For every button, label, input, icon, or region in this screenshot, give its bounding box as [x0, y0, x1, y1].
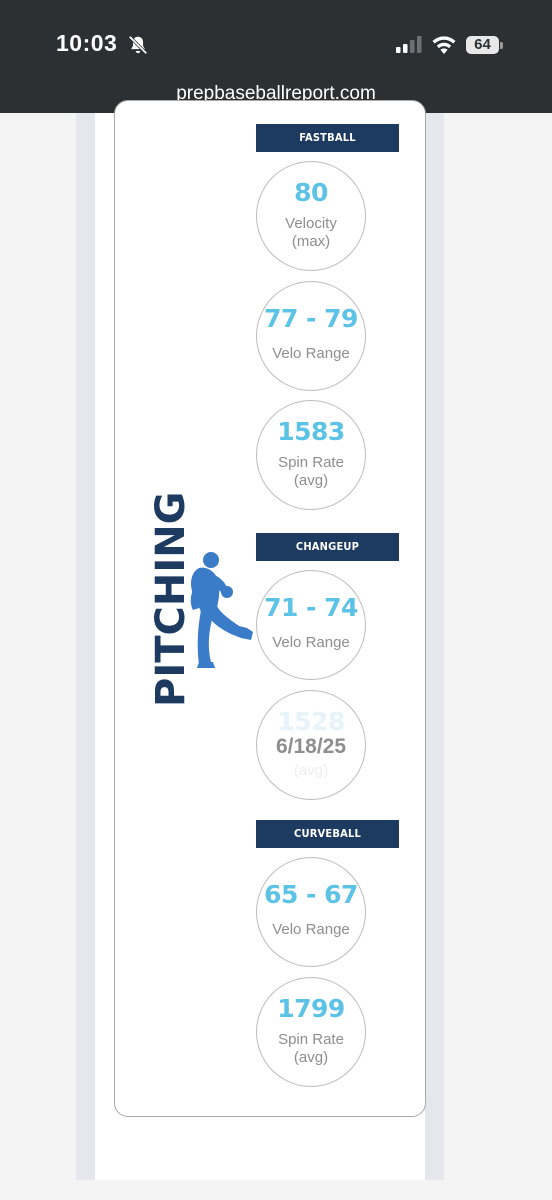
stat-label-line1: Spin Rate [278, 1031, 344, 1048]
stat-value: 65 - 67 [264, 880, 358, 909]
stat-label: Velo Range [257, 634, 365, 652]
stat-fastball-velo-range: 77 - 79 Velo Range [256, 281, 366, 391]
stat-value: 77 - 79 [264, 304, 358, 333]
stat-label-line1: Spin Rate [278, 454, 344, 471]
stat-value: 71 - 74 [264, 593, 358, 622]
stat-label: Velo Range [257, 345, 365, 363]
stat-fastball-spin-rate: 1583 Spin Rate (avg) [256, 400, 366, 510]
stat-label: Spin Rate (avg) [257, 1031, 365, 1067]
stat-label-line1: Velocity [285, 215, 337, 232]
status-bar: 10:03 64 prepbaseballreport.com [0, 0, 552, 113]
stat-label-line1: Velo Range [272, 921, 350, 938]
stat-label: Velocity (max) [257, 215, 365, 251]
stat-label-line2: (max) [291, 233, 331, 250]
battery-nub [500, 42, 503, 49]
signal-icon [396, 36, 422, 53]
battery-icon: 64 [466, 36, 499, 54]
stat-value: 1799 [277, 994, 345, 1023]
section-header-changeup: CHANGEUP [256, 533, 399, 561]
stat-fastball-velocity-max: 80 Velocity (max) [256, 161, 366, 271]
stat-label-line2: (avg) [293, 1049, 329, 1066]
stat-curveball-spin-rate: 1799 Spin Rate (avg) [256, 977, 366, 1087]
stat-label-line2: (avg) [293, 472, 329, 489]
page-margin-right [425, 113, 444, 1180]
date-overlay: 6/18/25 [275, 735, 347, 758]
stat-label-line1: Velo Range [272, 345, 350, 362]
section-header-fastball: FASTBALL [256, 124, 399, 152]
status-time: 10:03 [56, 30, 118, 56]
stat-label: Velo Range [257, 921, 365, 939]
wifi-icon [432, 36, 456, 54]
pitcher-silhouette-icon [190, 552, 253, 668]
stat-label: Spin Rate (avg) [257, 454, 365, 490]
stat-label: (avg) [257, 762, 365, 780]
page-margin-left [76, 113, 95, 1180]
stat-value: 1583 [277, 417, 345, 446]
stat-curveball-velo-range: 65 - 67 Velo Range [256, 857, 366, 967]
stat-changeup-velo-range: 71 - 74 Velo Range [256, 570, 366, 680]
stat-value: 80 [294, 178, 328, 207]
stat-changeup-spin-rate: 1528 (avg) 6/18/25 [256, 690, 366, 800]
bell-muted-icon [128, 35, 148, 55]
section-header-curveball: CURVEBALL [256, 820, 399, 848]
stat-label-line1: (avg) [293, 762, 329, 779]
stat-value: 1528 [277, 707, 345, 736]
bottom-bar [0, 1180, 552, 1200]
stat-label-line1: Velo Range [272, 634, 350, 651]
